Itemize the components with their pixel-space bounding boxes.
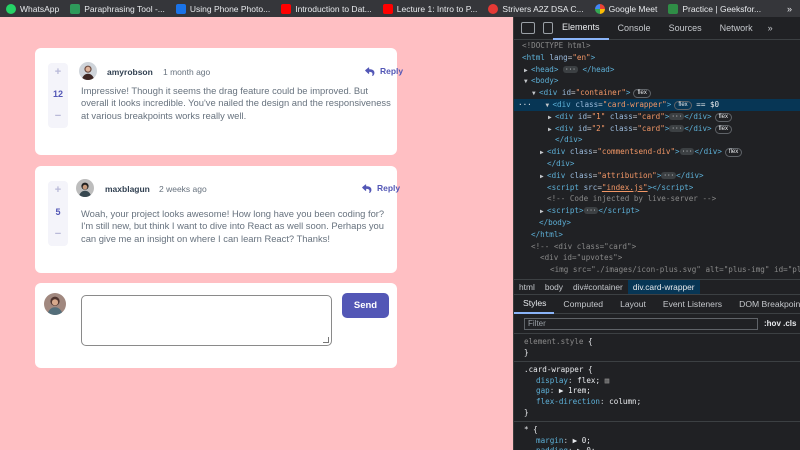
vote-count: 5 [55,207,61,217]
comment-card: + 12 − amyrobson 1 month ago Reply Impre… [35,48,403,155]
dom-node-selected[interactable]: ··· ▼ <div class="card-wrapper"> flex == $… [514,98,800,111]
bookmark-paraphrasing-tool[interactable]: Paraphrasing Tool -... [70,3,165,14]
youtube-icon [281,3,292,14]
style-rule: element.style { } [514,334,800,363]
timestamp: 1 month ago [163,67,211,77]
tab-event-listeners[interactable]: Event Listeners [654,294,730,314]
dom-node[interactable]: ▼ <div id="container"> flex [514,87,800,99]
comment-card: + 5 − maxblagun 2 weeks ago Reply Woah, … [35,166,400,273]
downvote-button[interactable]: − [55,228,61,240]
styles-pane: element.style { } .card-wrapper { displa… [514,334,800,450]
reply-label: Reply [380,66,404,76]
tab-console[interactable]: Console [609,17,660,40]
dom-node[interactable]: </div> [514,158,800,170]
more-tabs-button[interactable]: » [762,23,779,33]
resize-handle-icon[interactable] [323,337,329,343]
inspect-element-icon[interactable] [521,22,535,34]
dom-node[interactable]: <!-- Code injected by live-server --> [514,193,800,205]
dom-node[interactable]: ▶ <div id="1" class="card"> ··· </div> flex [514,111,800,123]
comment-composer: Send [35,283,397,368]
breadcrumb-card-wrapper[interactable]: div.card-wrapper [627,279,700,295]
avatar [79,62,97,80]
page-viewport: + 12 − amyrobson 1 month ago Reply Impre… [0,17,513,450]
breadcrumb-html[interactable]: html [514,280,540,295]
username[interactable]: amyrobson [107,67,153,77]
styles-tab-bar: Styles Computed Layout Event Listeners D… [514,294,800,314]
device-toolbar-icon[interactable] [543,22,553,34]
style-rule: .card-wrapper { display: flex; ▦ gap: ▶ … [514,362,800,423]
reply-icon [362,183,372,193]
tab-computed[interactable]: Computed [554,294,611,314]
dom-node[interactable]: ▶ <div class="commentsend-div"> ··· </div> f… [514,146,800,158]
tab-dom-breakpoints[interactable]: DOM Breakpoints [730,294,800,314]
gfg-icon [668,3,679,14]
breadcrumb-container[interactable]: div#container [568,280,628,295]
devtools-panel: Elements Console Sources Network » <!DOC… [513,17,800,450]
dom-node[interactable]: ▼ <body> [514,75,800,87]
dom-node[interactable]: <!DOCTYPE html> [514,40,800,52]
dom-tree: <!DOCTYPE html> <html lang="en"> ▶ <head>… [514,40,800,279]
dom-node[interactable]: <img src="./images/icon-plus.svg" alt="p… [514,264,800,276]
breadcrumb: html body div#container div.card-wrapper [514,279,800,295]
bookmark-lecture-1[interactable]: Lecture 1: Intro to P... [382,3,477,14]
tab-sources[interactable]: Sources [660,17,711,40]
dom-node[interactable]: </body> [514,217,800,229]
bookmark-geeksforgeeks[interactable]: Practice | Geeksfor... [668,3,761,14]
reply-button[interactable]: Reply [365,66,403,76]
bookmark-introduction-to-data[interactable]: Introduction to Dat... [281,3,372,14]
devtools-tab-bar: Elements Console Sources Network » [514,17,800,40]
youtube-icon [382,3,393,14]
dom-node[interactable]: <html lang="en"> [514,52,800,64]
dom-node[interactable]: <!-- <div class="card"> [514,241,800,253]
striver-icon [488,3,499,14]
vote-count: 12 [52,89,63,99]
dom-node[interactable]: </div> [514,134,800,146]
styles-filter-input[interactable]: Filter [524,317,758,330]
username[interactable]: maxblagun [105,184,150,194]
vote-widget: + 5 − [48,181,68,246]
upvote-button[interactable]: + [55,66,61,78]
google-icon [594,3,605,14]
tab-network[interactable]: Network [711,17,762,40]
style-rule: * { margin: ▶ 0; padding: ▶ 0; box-sizin… [524,425,595,450]
quillbot-icon [70,3,81,14]
downvote-button[interactable]: − [55,110,61,122]
dom-node[interactable]: ▶ <div id="2" class="card"> ··· </div> flex [514,123,800,135]
current-user-avatar [44,293,66,315]
comment-text: Woah, your project looks awesome! How lo… [81,208,385,244]
dom-node[interactable]: ▶ <div class="attribution"> ··· </div> [514,170,800,182]
timestamp: 2 weeks ago [159,184,207,194]
vote-widget: + 12 − [48,63,68,128]
reply-icon [365,66,375,76]
hover-class-toggle[interactable]: :hov .cls [764,319,796,328]
avatar [76,179,94,197]
dom-node[interactable]: </html> [514,229,800,241]
tab-elements[interactable]: Elements [553,17,609,40]
bookmark-google-meet[interactable]: Google Meet [594,3,657,14]
dom-node[interactable]: ▶ <script> ··· </script> [514,205,800,217]
reply-button[interactable]: Reply [362,183,400,193]
whatsapp-icon [6,3,16,14]
styles-filter-row: Filter :hov .cls [514,314,800,334]
comment-textarea[interactable] [81,295,332,346]
bookmarks-overflow-button[interactable]: » [787,4,792,14]
bookmarks-bar: WhatsApp Paraphrasing Tool -... Using Ph… [0,0,800,17]
tab-styles[interactable]: Styles [514,294,555,314]
upvote-button[interactable]: + [55,184,61,196]
dom-node[interactable]: <script src="index.js"></script> [514,182,800,194]
dom-node[interactable]: ▶ <head> ··· </head> [514,64,800,76]
docs-icon [175,3,186,14]
tab-layout[interactable]: Layout [611,294,654,314]
bookmark-whatsapp[interactable]: WhatsApp [6,3,59,14]
send-button[interactable]: Send [342,293,389,318]
bookmark-strivers-a2z[interactable]: Strivers A2Z DSA C... [488,3,584,14]
breadcrumb-body[interactable]: body [540,280,568,295]
bookmark-using-phone-photo[interactable]: Using Phone Photo... [175,3,270,14]
comment-text: Impressive! Though it seems the drag fea… [81,85,391,121]
dom-node[interactable]: <div id="upvotes"> [514,252,800,264]
reply-label: Reply [377,183,401,193]
